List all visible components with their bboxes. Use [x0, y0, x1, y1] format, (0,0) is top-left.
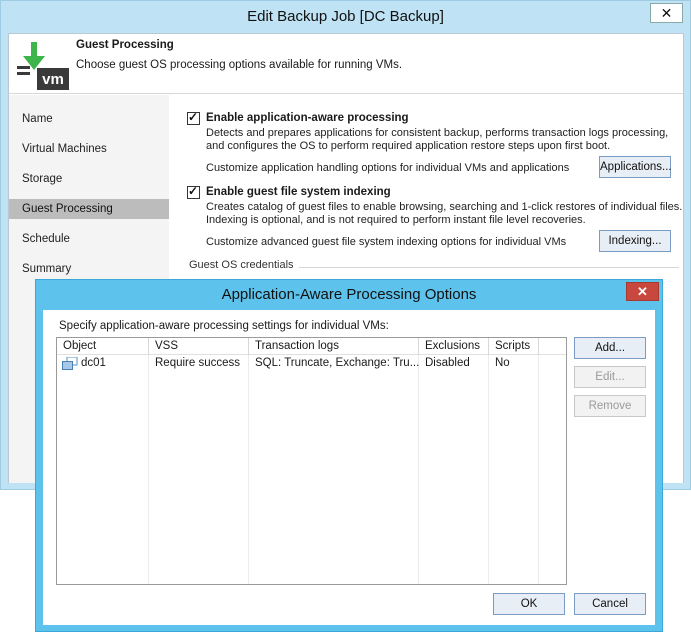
nav-item-schedule[interactable]: Schedule — [9, 229, 169, 249]
guest-os-credentials-label: Guest OS credentials — [189, 259, 294, 271]
table-row[interactable]: dc01 Require success SQL: Truncate, Exch… — [57, 355, 566, 372]
group-divider — [299, 267, 679, 268]
dialog-body: Specify application-aware processing set… — [43, 310, 655, 625]
cell-scripts: No — [495, 357, 510, 369]
page-title: Guest Processing — [76, 39, 174, 51]
column-divider — [248, 355, 249, 584]
column-header-exclusions[interactable]: Exclusions — [419, 338, 489, 355]
column-divider — [418, 355, 419, 584]
column-divider — [148, 355, 149, 584]
app-aware-desc-1: Detects and prepares applications for co… — [206, 127, 669, 139]
column-header-vss[interactable]: VSS — [149, 338, 249, 355]
app-aware-customize-text: Customize application handling options f… — [206, 162, 570, 174]
cell-exclusions: Disabled — [425, 357, 470, 369]
column-divider — [488, 355, 489, 584]
edit-button[interactable]: Edit... — [574, 366, 646, 388]
add-button[interactable]: Add... — [574, 337, 646, 359]
indexing-desc-1: Creates catalog of guest files to enable… — [206, 201, 683, 213]
column-header-transaction-logs[interactable]: Transaction logs — [249, 338, 419, 355]
dialog-close-button[interactable]: ✕ — [626, 282, 659, 301]
indexing-desc-2: Indexing is optional, and is not require… — [206, 214, 586, 226]
cell-transaction-logs: SQL: Truncate, Exchange: Tru... — [255, 357, 419, 369]
close-icon: ✕ — [660, 5, 673, 21]
cell-object: dc01 — [81, 357, 106, 369]
page-subtitle: Choose guest OS processing options avail… — [76, 59, 403, 71]
ok-button[interactable]: OK — [493, 593, 565, 615]
objects-table: Object VSS Transaction logs Exclusions S… — [56, 337, 567, 585]
column-divider — [538, 355, 539, 584]
wizard-header: vm Guest Processing Choose guest OS proc… — [9, 34, 683, 94]
indexing-checkbox[interactable] — [187, 184, 200, 199]
dialog-title: Application-Aware Processing Options — [221, 286, 477, 303]
table-header: Object VSS Transaction logs Exclusions S… — [57, 338, 566, 355]
cell-vss: Require success — [155, 357, 241, 369]
column-header-scripts[interactable]: Scripts — [489, 338, 539, 355]
column-header-object[interactable]: Object — [57, 338, 149, 355]
dialog-caption: Specify application-aware processing set… — [59, 320, 389, 332]
nav-item-virtual-machines[interactable]: Virtual Machines — [9, 139, 169, 159]
indexing-customize-text: Customize advanced guest file system ind… — [206, 236, 567, 248]
app-aware-checkbox[interactable] — [187, 110, 200, 125]
app-aware-label: Enable application-aware processing — [206, 112, 409, 124]
window-title: Edit Backup Job [DC Backup] — [247, 8, 444, 25]
indexing-button[interactable]: Indexing... — [599, 230, 671, 252]
nav-item-storage[interactable]: Storage — [9, 169, 169, 189]
close-icon: ✕ — [637, 284, 648, 299]
nav-item-name[interactable]: Name — [9, 109, 169, 129]
remove-button[interactable]: Remove — [574, 395, 646, 417]
nav-item-summary[interactable]: Summary — [9, 259, 169, 279]
app-aware-desc-2: and configures the OS to perform require… — [206, 140, 611, 152]
application-aware-processing-dialog: Application-Aware Processing Options ✕ S… — [35, 279, 663, 632]
vm-download-icon: vm — [17, 42, 69, 90]
applications-button[interactable]: Applications... — [599, 156, 672, 178]
logo-text: vm — [42, 71, 64, 88]
cancel-button[interactable]: Cancel — [574, 593, 646, 615]
nav-item-guest-processing[interactable]: Guest Processing — [9, 199, 169, 219]
indexing-label: Enable guest file system indexing — [206, 186, 391, 198]
close-button[interactable]: ✕ — [650, 3, 683, 23]
